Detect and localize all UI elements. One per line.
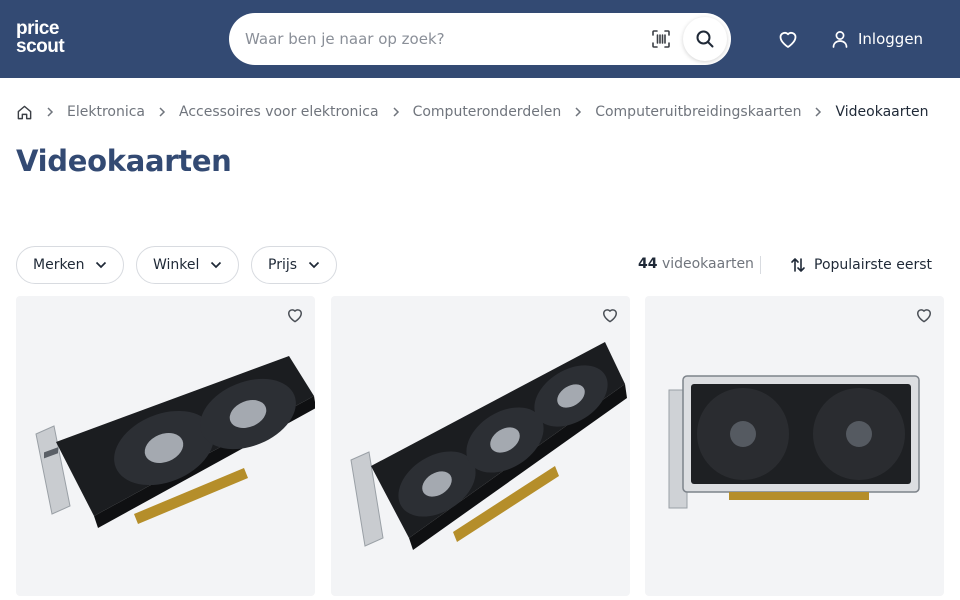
- result-count-unit: videokaarten: [661, 256, 754, 272]
- chevron-down-icon: [210, 261, 222, 269]
- chevron-right-icon: [145, 106, 179, 118]
- breadcrumb-item-uitbreidingskaarten[interactable]: Computeruitbreidingskaarten: [595, 104, 801, 120]
- add-to-favorites-button[interactable]: [914, 305, 934, 325]
- product-card[interactable]: [331, 296, 630, 596]
- user-icon: [832, 31, 848, 48]
- heart-icon: [917, 309, 931, 323]
- chevron-right-icon: [801, 106, 835, 118]
- product-image: [35, 356, 315, 528]
- chevron-right-icon: [561, 106, 595, 118]
- product-card[interactable]: [645, 296, 944, 596]
- favorites-button[interactable]: [776, 27, 800, 51]
- breadcrumb-current: Videokaarten: [835, 104, 929, 120]
- sort-button[interactable]: Populairste eerst: [790, 254, 932, 276]
- chevron-down-icon: [308, 261, 320, 269]
- heart-icon: [779, 31, 797, 48]
- filter-shop-dropdown[interactable]: Winkel: [136, 246, 239, 284]
- breadcrumb-home[interactable]: [16, 104, 33, 121]
- barcode-scan-icon: [652, 30, 670, 48]
- add-to-favorites-button[interactable]: [285, 305, 305, 325]
- barcode-scan-button[interactable]: [647, 25, 675, 53]
- product-image: [350, 342, 627, 550]
- top-header: price scout Inloggen: [0, 0, 960, 78]
- filter-shop-label: Winkel: [153, 257, 200, 273]
- result-count-number: 44: [638, 256, 658, 272]
- breadcrumb-item-computeronderdelen[interactable]: Computeronderdelen: [413, 104, 562, 120]
- breadcrumb-item-elektronica[interactable]: Elektronica: [67, 104, 145, 120]
- sort-label: Populairste eerst: [814, 257, 932, 273]
- search-input[interactable]: [245, 13, 635, 65]
- divider: [760, 256, 761, 274]
- chevron-right-icon: [33, 106, 67, 118]
- filter-price-dropdown[interactable]: Prijs: [251, 246, 337, 284]
- add-to-favorites-button[interactable]: [600, 305, 620, 325]
- login-label: Inloggen: [858, 30, 924, 48]
- product-image: [668, 375, 920, 509]
- search-icon: [696, 30, 714, 48]
- breadcrumb-item-accessoires[interactable]: Accessoires voor elektronica: [179, 104, 379, 120]
- page-title: Videokaarten: [16, 144, 232, 178]
- filter-price-label: Prijs: [268, 257, 298, 273]
- search-button[interactable]: [683, 17, 727, 61]
- product-card[interactable]: [16, 296, 315, 596]
- heart-icon: [603, 309, 617, 323]
- breadcrumb: Elektronica Accessoires voor elektronica…: [16, 101, 928, 123]
- chevron-right-icon: [379, 106, 413, 118]
- search-bar: [229, 13, 731, 65]
- logo-text-2: scout: [16, 36, 65, 56]
- filter-brands-label: Merken: [33, 257, 85, 273]
- heart-icon: [288, 309, 302, 323]
- sort-icon: [791, 258, 805, 272]
- login-button[interactable]: Inloggen: [830, 27, 923, 51]
- pricescout-logo[interactable]: price scout: [16, 18, 78, 56]
- filter-brands-dropdown[interactable]: Merken: [16, 246, 124, 284]
- home-icon: [17, 105, 32, 119]
- result-count: 44 videokaarten: [638, 256, 754, 272]
- chevron-down-icon: [95, 261, 107, 269]
